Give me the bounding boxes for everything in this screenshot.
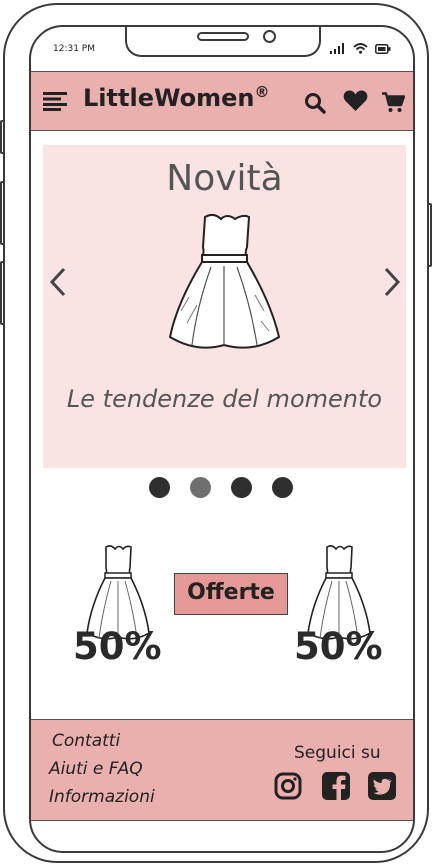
volume-down-button (0, 261, 5, 325)
app-header: LittleWomen® (31, 71, 413, 131)
wifi-icon (353, 43, 368, 54)
phone-screen: 12:31 PM LittleWomen® Novità Le tendenze… (29, 25, 415, 853)
carousel-dots (149, 477, 293, 498)
discount-left: 50% (73, 625, 162, 668)
battery-icon (375, 44, 391, 54)
brand-logo[interactable]: LittleWomen® (83, 83, 269, 112)
carousel-prev-arrow[interactable] (49, 267, 67, 297)
carousel-dot[interactable] (231, 477, 252, 498)
carousel-subtitle: Le tendenze del momento (66, 385, 383, 413)
offers-button[interactable]: Offerte (174, 573, 288, 615)
status-icons (330, 43, 391, 54)
signal-icon (330, 43, 344, 54)
carousel-dot[interactable] (149, 477, 170, 498)
carousel-title: Novità (166, 158, 283, 199)
registered-mark: ® (254, 83, 270, 101)
carousel-dot-active[interactable] (190, 477, 211, 498)
phone-frame: 12:31 PM LittleWomen® Novità Le tendenze… (0, 3, 432, 863)
facebook-icon[interactable] (322, 772, 350, 800)
menu-icon[interactable] (43, 92, 67, 111)
volume-up-button (0, 181, 5, 245)
footer-link-faq[interactable]: Aiuti e FAQ (49, 759, 143, 779)
hero-carousel: Novità Le tendenze del momento (43, 145, 406, 468)
footer-link-contatti[interactable]: Contatti (52, 731, 120, 751)
heart-icon[interactable] (343, 90, 368, 112)
mute-switch (0, 120, 5, 154)
brand-name: LittleWomen (83, 84, 255, 112)
app-footer: Contatti Aiuti e FAQ Informazioni Seguic… (31, 719, 413, 821)
footer-link-informazioni[interactable]: Informazioni (49, 787, 155, 807)
instagram-icon[interactable] (274, 772, 302, 800)
front-camera (263, 30, 276, 43)
notch (125, 27, 321, 57)
power-button (427, 203, 432, 267)
discount-right: 50% (294, 625, 383, 668)
twitter-icon[interactable] (368, 772, 396, 800)
dress-illustration (168, 213, 281, 349)
carousel-dot[interactable] (272, 477, 293, 498)
carousel-next-arrow[interactable] (383, 267, 401, 297)
search-icon[interactable] (304, 92, 326, 114)
status-time: 12:31 PM (53, 44, 95, 54)
speaker (197, 32, 249, 41)
follow-us-label: Seguici su (294, 743, 381, 763)
cart-icon[interactable] (382, 92, 405, 113)
